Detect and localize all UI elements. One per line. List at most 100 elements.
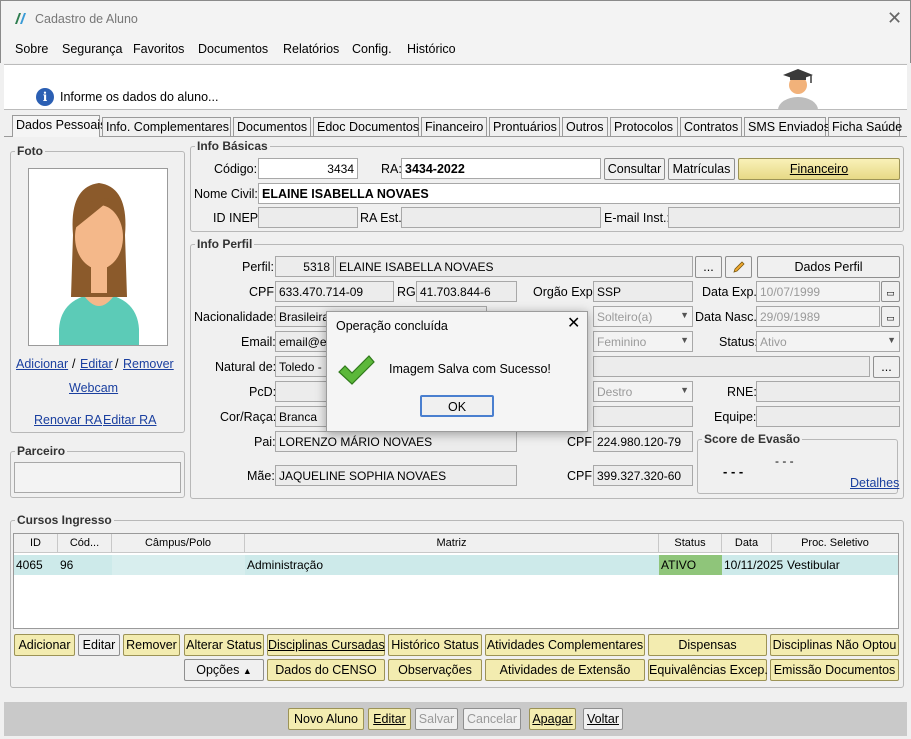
tab-sms-enviados[interactable]: SMS Enviados	[744, 117, 830, 136]
observacoes-button[interactable]: Observações	[388, 659, 482, 681]
column-header[interactable]: Proc. Seletivo	[772, 534, 898, 553]
estado-civil-select[interactable]: Solteiro(a) ▼	[593, 306, 693, 327]
cpf-field[interactable]: 633.470.714-09	[275, 281, 394, 302]
tab-outros[interactable]: Outros	[562, 117, 608, 136]
editar-button[interactable]: Editar	[368, 708, 411, 730]
historico-status-button[interactable]: Histórico Status	[388, 634, 482, 656]
column-header[interactable]: Cód...	[58, 534, 112, 553]
menu-config[interactable]: Config.	[352, 42, 392, 56]
remover-curso-button[interactable]: Remover	[123, 634, 180, 656]
alterar-status-button[interactable]: Alterar Status	[184, 634, 264, 656]
atividades-extensao-button[interactable]: Atividades de Extensão	[485, 659, 645, 681]
close-icon[interactable]: ✕	[887, 9, 902, 27]
tab-protocolos[interactable]: Protocolos	[610, 117, 678, 136]
matriculas-button[interactable]: Matrículas	[668, 158, 735, 180]
equivalencias-button[interactable]: Equivalências Excep.	[648, 659, 768, 681]
atividades-complementares-button[interactable]: Atividades Complementares	[485, 634, 645, 656]
detalhes-link[interactable]: Detalhes	[850, 476, 899, 490]
lateralidade-select[interactable]: Destro ▼	[593, 381, 693, 402]
adicionar-curso-button[interactable]: Adicionar	[14, 634, 75, 656]
email-inst-field[interactable]	[668, 207, 900, 228]
apagar-button[interactable]: Apagar	[529, 708, 576, 730]
orgao-exp-field[interactable]: SSP	[593, 281, 693, 302]
table-row[interactable]: 4065 96 Administração ATIVO 10/11/2025 V…	[14, 555, 898, 575]
disciplinas-cursadas-button[interactable]: Disciplinas Cursadas	[267, 634, 385, 656]
novo-aluno-button[interactable]: Novo Aluno	[288, 708, 364, 730]
pai-field[interactable]: LORENZO MÁRIO NOVAES	[275, 431, 517, 452]
menu-seguranca[interactable]: Segurança	[62, 42, 122, 56]
editar-ra-link[interactable]: Editar RA	[103, 413, 157, 427]
disciplinas-nao-optou-button[interactable]: Disciplinas Não Optou	[770, 634, 899, 656]
title-bar: Cadastro de Aluno ✕	[0, 0, 911, 36]
rne-field[interactable]	[756, 381, 900, 402]
id-inep-field[interactable]	[258, 207, 358, 228]
edit-photo-link[interactable]: Editar	[80, 357, 113, 371]
equipe-label: Equipe:	[714, 410, 757, 424]
natural-search-button[interactable]: ...	[873, 356, 900, 378]
tab-dados-pessoais[interactable]: Dados Pessoais	[12, 115, 106, 137]
pencil-icon[interactable]	[725, 256, 752, 278]
column-header[interactable]: Status	[659, 534, 722, 553]
tab-prontuarios[interactable]: Prontuários	[489, 117, 560, 136]
equipe-field[interactable]	[756, 406, 900, 427]
tab-documentos[interactable]: Documentos	[233, 117, 311, 136]
data-exp-field[interactable]: 10/07/1999	[756, 281, 880, 302]
pai-cpf-field[interactable]: 224.980.120-79	[593, 431, 693, 452]
foto-group: Foto Adicionar / Editar / Remover Webcam…	[10, 144, 185, 433]
renovar-ra-link[interactable]: Renovar RA	[34, 413, 102, 427]
tab-contratos[interactable]: Contratos	[680, 117, 742, 136]
parceiro-field[interactable]	[14, 462, 181, 493]
status-select[interactable]: Ativo ▼	[756, 331, 900, 352]
dispensas-button[interactable]: Dispensas	[648, 634, 767, 656]
ra-est-label: RA Est.:	[360, 211, 406, 225]
ok-button[interactable]: OK	[420, 395, 494, 417]
cor-extra-field[interactable]	[593, 406, 693, 427]
column-header[interactable]: ID	[14, 534, 58, 553]
editar-curso-button[interactable]: Editar	[78, 634, 120, 656]
ra-field[interactable]: 3434-2022	[401, 158, 601, 179]
cor-raca-label: Cor/Raça:	[220, 410, 277, 424]
cancelar-button[interactable]: Cancelar	[463, 708, 521, 730]
menu-relatorios[interactable]: Relatórios	[283, 42, 339, 56]
perfil-id-field[interactable]: 5318	[275, 256, 334, 277]
tab-ficha-saude[interactable]: Ficha Saúde	[828, 117, 902, 136]
column-header[interactable]: Matriz	[245, 534, 659, 553]
financeiro-button[interactable]: Financeiro	[738, 158, 900, 180]
emissao-documentos-button[interactable]: Emissão Documentos	[770, 659, 899, 681]
data-nasc-field[interactable]: 29/09/1989	[756, 306, 880, 327]
codigo-field[interactable]: 3434	[258, 158, 358, 179]
sexo-select[interactable]: Feminino ▼	[593, 331, 693, 352]
score-evasao-title: Score de Evasão	[702, 432, 803, 446]
natural-extra-field[interactable]	[593, 356, 870, 377]
ra-est-field[interactable]	[401, 207, 601, 228]
tab-edoc-documentos[interactable]: Edoc Documentos	[313, 117, 419, 136]
perfil-search-button[interactable]: ...	[695, 256, 722, 278]
webcam-link[interactable]: Webcam	[69, 381, 118, 395]
menu-sobre[interactable]: Sobre	[15, 42, 48, 56]
menu-documentos[interactable]: Documentos	[198, 42, 268, 56]
menu-historico[interactable]: Histórico	[407, 42, 456, 56]
nome-civil-field[interactable]: ELAINE ISABELLA NOVAES	[258, 183, 900, 204]
remove-photo-link[interactable]: Remover	[123, 357, 174, 371]
menu-favoritos[interactable]: Favoritos	[133, 42, 184, 56]
mae-cpf-field[interactable]: 399.327.320-60	[593, 465, 693, 486]
dados-perfil-button[interactable]: Dados Perfil	[757, 256, 900, 278]
rg-field[interactable]: 41.703.844-6	[416, 281, 517, 302]
mae-field[interactable]: JAQUELINE SOPHIA NOVAES	[275, 465, 517, 486]
add-photo-link[interactable]: Adicionar	[16, 357, 68, 371]
calendar-icon[interactable]: ▭	[881, 306, 900, 327]
data-nasc-label: Data Nasc.:	[695, 310, 761, 324]
perfil-nome-field[interactable]: ELAINE ISABELLA NOVAES	[335, 256, 693, 277]
tab-info-complementares[interactable]: Info. Complementares	[102, 117, 231, 136]
dados-censo-button[interactable]: Dados do CENSO	[267, 659, 385, 681]
separator: /	[115, 357, 119, 371]
consultar-button[interactable]: Consultar	[604, 158, 665, 180]
dialog-close-icon[interactable]: ✕	[567, 316, 580, 332]
salvar-button[interactable]: Salvar	[415, 708, 458, 730]
column-header[interactable]: Data	[722, 534, 772, 553]
column-header[interactable]: Câmpus/Polo	[112, 534, 245, 553]
calendar-icon[interactable]: ▭	[881, 281, 900, 302]
opcoes-button[interactable]: Opções ▲	[184, 659, 264, 681]
voltar-button[interactable]: Voltar	[583, 708, 623, 730]
tab-financeiro[interactable]: Financeiro	[421, 117, 487, 136]
